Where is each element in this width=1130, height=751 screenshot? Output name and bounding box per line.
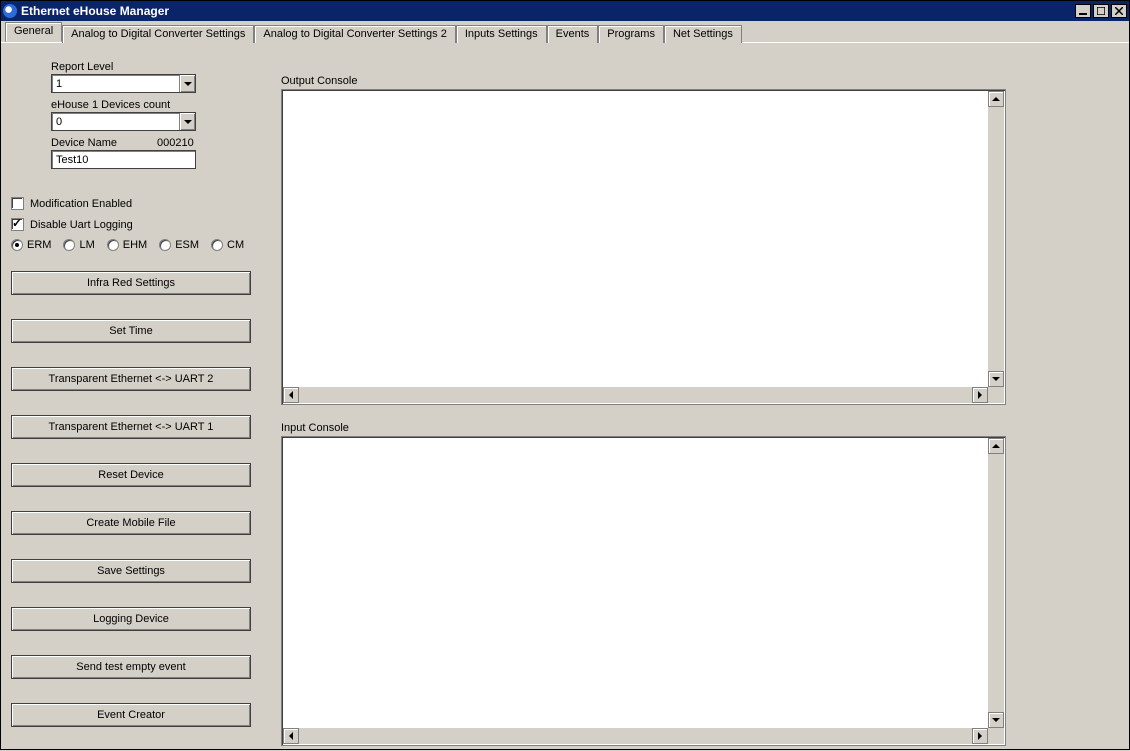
radio-erm[interactable]: ERM <box>11 239 51 251</box>
output-console-label: Output Console <box>281 75 357 87</box>
radio-label: EHM <box>123 239 147 251</box>
report-level-label: Report Level <box>51 61 266 73</box>
radio-selected-icon <box>11 239 23 251</box>
radio-cm[interactable]: CM <box>211 239 244 251</box>
tab-adc-settings-2[interactable]: Analog to Digital Converter Settings 2 <box>254 25 455 43</box>
input-console-label: Input Console <box>281 422 349 434</box>
size-grip-icon <box>988 728 1004 744</box>
radio-icon <box>107 239 119 251</box>
close-button[interactable] <box>1111 4 1127 18</box>
app-icon <box>3 4 17 18</box>
modification-enabled-checkbox[interactable]: Modification Enabled <box>11 197 266 210</box>
transparent-ethernet-uart1-button[interactable]: Transparent Ethernet <-> UART 1 <box>11 415 251 439</box>
input-console[interactable] <box>281 436 1006 746</box>
size-grip-icon <box>988 387 1004 403</box>
tab-net-settings[interactable]: Net Settings <box>664 25 742 43</box>
create-mobile-file-button[interactable]: Create Mobile File <box>11 511 251 535</box>
scroll-up-icon[interactable] <box>988 438 1004 454</box>
chevron-down-icon[interactable] <box>179 75 195 92</box>
scroll-up-icon[interactable] <box>988 91 1004 107</box>
devices-count-combo[interactable]: 0 <box>51 112 196 131</box>
radio-lm[interactable]: LM <box>63 239 94 251</box>
device-name-label: Device Name <box>51 137 117 149</box>
tab-bar: General Analog to Digital Converter Sett… <box>1 21 1129 43</box>
left-column: Report Level 1 eHouse 1 Devices count 0 … <box>11 61 266 751</box>
transparent-ethernet-uart2-button[interactable]: Transparent Ethernet <-> UART 2 <box>11 367 251 391</box>
devices-count-value: 0 <box>52 116 179 128</box>
devices-count-label: eHouse 1 Devices count <box>51 99 266 111</box>
vertical-scrollbar[interactable] <box>988 91 1004 387</box>
client-area: Report Level 1 eHouse 1 Devices count 0 … <box>1 43 1129 749</box>
chevron-down-icon[interactable] <box>179 113 195 130</box>
scroll-left-icon[interactable] <box>283 728 299 744</box>
scroll-down-icon[interactable] <box>988 371 1004 387</box>
tab-inputs-settings[interactable]: Inputs Settings <box>456 25 547 43</box>
infra-red-settings-button[interactable]: Infra Red Settings <box>11 271 251 295</box>
logging-device-button[interactable]: Logging Device <box>11 607 251 631</box>
tab-events[interactable]: Events <box>547 25 599 43</box>
maximize-button[interactable] <box>1093 4 1109 18</box>
radio-icon <box>63 239 75 251</box>
report-level-value: 1 <box>52 78 179 90</box>
save-settings-button[interactable]: Save Settings <box>11 559 251 583</box>
radio-label: ESM <box>175 239 199 251</box>
minimize-button[interactable] <box>1075 4 1091 18</box>
set-time-button[interactable]: Set Time <box>11 319 251 343</box>
checkbox-checked-icon <box>11 218 24 231</box>
radio-ehm[interactable]: EHM <box>107 239 147 251</box>
window-title: Ethernet eHouse Manager <box>21 4 1073 18</box>
scroll-down-icon[interactable] <box>988 712 1004 728</box>
horizontal-scrollbar[interactable] <box>283 387 988 403</box>
scroll-right-icon[interactable] <box>972 728 988 744</box>
disable-uart-logging-label: Disable Uart Logging <box>30 219 133 231</box>
tab-programs[interactable]: Programs <box>598 25 664 43</box>
device-name-value: Test10 <box>56 154 88 166</box>
send-test-empty-event-button[interactable]: Send test empty event <box>11 655 251 679</box>
event-creator-button[interactable]: Event Creator <box>11 703 251 727</box>
checkbox-icon <box>11 197 24 210</box>
title-bar: Ethernet eHouse Manager <box>1 1 1129 21</box>
radio-label: LM <box>79 239 94 251</box>
disable-uart-logging-checkbox[interactable]: Disable Uart Logging <box>11 218 266 231</box>
device-name-input[interactable]: Test10 <box>51 150 196 169</box>
scroll-right-icon[interactable] <box>972 387 988 403</box>
report-level-combo[interactable]: 1 <box>51 74 196 93</box>
reset-device-button[interactable]: Reset Device <box>11 463 251 487</box>
mode-radio-group: ERM LM EHM ESM CM <box>11 239 266 251</box>
radio-label: ERM <box>27 239 51 251</box>
radio-icon <box>159 239 171 251</box>
tab-adc-settings[interactable]: Analog to Digital Converter Settings <box>62 25 254 43</box>
device-id-label: 000210 <box>157 137 194 149</box>
tab-general[interactable]: General <box>5 22 62 42</box>
horizontal-scrollbar[interactable] <box>283 728 988 744</box>
modification-enabled-label: Modification Enabled <box>30 198 132 210</box>
output-console[interactable] <box>281 89 1006 405</box>
button-column: Infra Red Settings Set Time Transparent … <box>11 271 266 727</box>
radio-label: CM <box>227 239 244 251</box>
vertical-scrollbar[interactable] <box>988 438 1004 728</box>
radio-icon <box>211 239 223 251</box>
radio-esm[interactable]: ESM <box>159 239 199 251</box>
scroll-left-icon[interactable] <box>283 387 299 403</box>
